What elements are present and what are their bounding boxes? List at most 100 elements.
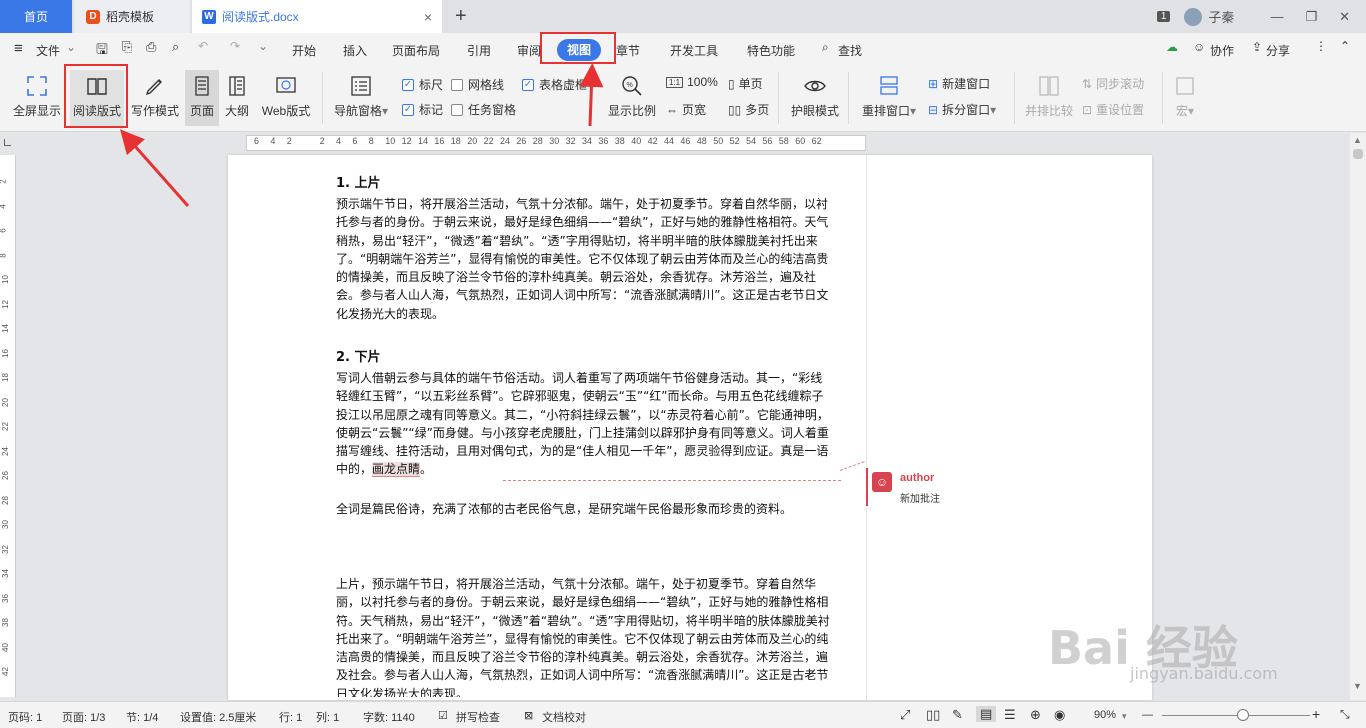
menu-review[interactable]: 审阅 [517, 42, 541, 59]
comment-card[interactable]: ☺ author 新加批注 [872, 470, 992, 510]
menu-file[interactable]: 文件 [36, 42, 60, 59]
tab-template[interactable]: D 稻壳模板 [74, 0, 190, 33]
redo-icon[interactable]: ↷ [230, 39, 240, 53]
outline-icon[interactable]: ☰ [1004, 707, 1016, 723]
chevron-down-icon[interactable]: ▾ [1122, 711, 1127, 722]
marks-toggle[interactable]: ✓ 标记 [402, 101, 443, 118]
status-setting[interactable]: 设置值: 2.5厘米 [180, 709, 256, 725]
print-icon[interactable]: ⎙ [146, 39, 156, 55]
close-window-button[interactable]: ✕ [1339, 9, 1350, 25]
close-tab-icon[interactable]: × [424, 9, 432, 25]
zoom-slider-track[interactable] [1162, 715, 1310, 716]
checkbox-unchecked-icon[interactable] [451, 103, 463, 116]
side-by-side-button[interactable]: 并排比较 [1022, 74, 1076, 119]
collapse-ribbon-icon[interactable]: ⌃ [1340, 39, 1350, 53]
vertical-ruler[interactable]: 24681012141618202224262830323436384042 [0, 155, 16, 697]
reset-position-button[interactable]: ⊡ 重设位置 [1082, 101, 1144, 118]
menu-developer[interactable]: 开发工具 [670, 42, 718, 59]
export-icon[interactable]: ⎘ [122, 39, 132, 55]
commented-text[interactable]: 画龙点睛 [372, 462, 421, 478]
comment-text[interactable]: 新加批注 [900, 490, 940, 505]
checkbox-checked-icon[interactable]: ✓ [402, 103, 414, 116]
spell-check-button[interactable]: 拼写检查 [456, 709, 500, 725]
minimize-button[interactable]: — [1270, 9, 1283, 24]
zoom-out-button[interactable]: — [1142, 709, 1153, 721]
proofread-button[interactable]: 文档校对 [542, 709, 586, 725]
eye-icon[interactable]: ◉ [1054, 707, 1065, 723]
rearrange-window-button[interactable]: 重排窗口▾ [856, 74, 922, 119]
chevron-down-icon[interactable]: ⌄ [66, 40, 76, 54]
menu-features[interactable]: 特色功能 [747, 42, 795, 59]
search-icon[interactable]: ⌕ [822, 40, 829, 55]
split-window-button[interactable]: ⊟ 拆分窗口 ▾ [928, 101, 996, 118]
menu-start[interactable]: 开始 [292, 42, 316, 59]
hamburger-icon[interactable]: ≡ [14, 40, 23, 57]
undo-icon[interactable]: ↶ [198, 39, 208, 53]
writing-mode-button[interactable]: 写作模式 [128, 74, 182, 119]
menu-share[interactable]: 分享 [1266, 42, 1290, 59]
tab-home[interactable]: 首页 [0, 0, 72, 33]
zoom-button[interactable]: % 显示比例 [604, 74, 660, 119]
paragraph-repeat[interactable]: 上片，预示端午节日，将开展浴兰活动，气氛十分浓郁。端午，处于初夏季节。穿着自然华… [336, 575, 832, 697]
spell-check-icon[interactable]: ☑ [438, 709, 448, 722]
ruler-toggle[interactable]: ✓ 标尺 [402, 76, 443, 93]
menu-collab[interactable]: 协作 [1210, 42, 1234, 59]
share-icon[interactable]: ⇪ [1252, 40, 1262, 54]
proofread-icon[interactable]: ⊠ [524, 709, 533, 722]
restore-button[interactable]: ❐ [1305, 9, 1317, 25]
paragraph-summary[interactable]: 全词是篇民俗诗，充满了浓郁的古老民俗气息，是研究端午民俗最形象而珍贵的资料。 [336, 500, 832, 518]
status-page[interactable]: 页面: 1/3 [62, 709, 105, 725]
status-row[interactable]: 行: 1 [279, 709, 302, 725]
gridlines-toggle[interactable]: 网格线 [451, 76, 504, 93]
checkbox-checked-icon[interactable]: ✓ [522, 78, 534, 91]
zoom-in-button[interactable]: + [1312, 706, 1320, 722]
eye-mode-button[interactable]: 护眼模式 [787, 74, 843, 119]
single-page-button[interactable]: ▯ 单页 [728, 75, 763, 92]
collab-icon[interactable]: ☺ [1193, 40, 1205, 54]
nav-pane-button[interactable]: 导航窗格▾ [330, 74, 392, 119]
status-word-count[interactable]: 字数: 1140 [363, 709, 415, 725]
quick-access-dropdown-icon[interactable]: ⌄ [258, 39, 268, 53]
preview-icon[interactable]: ⌕ [172, 39, 179, 55]
page-view-button[interactable]: 页面 [185, 70, 219, 126]
pen-icon[interactable]: ✎ [952, 707, 963, 723]
paragraph-upper[interactable]: 预示端午节日，将开展浴兰活动，气氛十分浓郁。端午，处于初夏季节。穿着自然华丽，以… [336, 195, 832, 323]
menu-page-layout[interactable]: 页面布局 [392, 42, 440, 59]
book-icon[interactable]: ▯▯ [926, 707, 940, 723]
heading-lower[interactable]: 2. 下片 [336, 346, 381, 365]
avatar[interactable] [1184, 7, 1203, 26]
new-window-button[interactable]: ⊞ 新建窗口 [928, 75, 990, 92]
zoom-level[interactable]: 90% [1094, 709, 1116, 721]
multi-page-button[interactable]: ▯▯ 多页 [728, 101, 769, 118]
checkbox-checked-icon[interactable]: ✓ [402, 78, 414, 91]
user-name[interactable]: 子秦 [1208, 7, 1234, 26]
status-col[interactable]: 列: 1 [316, 709, 339, 725]
table-gridlines-toggle[interactable]: ✓ 表格虚框 [522, 76, 587, 93]
menu-reference[interactable]: 引用 [467, 42, 491, 59]
vertical-scrollbar[interactable]: ▲ ▼ [1350, 133, 1366, 700]
web-layout-button[interactable]: Web版式 [258, 74, 314, 119]
web-icon[interactable]: ⊕ [1030, 707, 1041, 723]
new-tab-button[interactable]: + [455, 5, 467, 28]
scroll-up-icon[interactable]: ▲ [1353, 135, 1362, 145]
status-page-number[interactable]: 页码: 1 [8, 709, 42, 725]
menu-chapter[interactable]: 章节 [616, 42, 640, 59]
macro-button[interactable]: 宏▾ [1170, 74, 1200, 119]
outline-view-button[interactable]: 大纲 [221, 74, 253, 119]
sync-scroll-button[interactable]: ⇅ 同步滚动 [1082, 75, 1144, 92]
menu-search[interactable]: 查找 [838, 42, 862, 59]
checkbox-unchecked-icon[interactable] [451, 78, 463, 91]
horizontal-ruler[interactable]: 6 4 2 2 4 6 8 10 12 14 16 18 20 22 24 26 28 30 32 34 36 38 40 4… [0, 133, 1366, 154]
paragraph-lower[interactable]: 写词人借朝云参与具体的端午节俗活动。词人着重写了两项端午节俗健身活动。其一，“彩… [336, 369, 832, 479]
zoom-slider-thumb[interactable] [1237, 709, 1250, 721]
heading-upper[interactable]: 1. 上片 [336, 172, 381, 191]
task-pane-toggle[interactable]: 任务窗格 [451, 101, 516, 118]
more-icon[interactable]: ⋮ [1315, 39, 1327, 53]
fullscreen-icon[interactable]: ⤢ [900, 707, 910, 723]
page-icon[interactable]: ▤ [976, 706, 997, 722]
cloud-sync-icon[interactable]: ☁ [1166, 40, 1178, 54]
tab-document[interactable]: W 阅读版式.docx × [192, 0, 442, 33]
page-width-button[interactable]: ⇔ 页宽 [666, 101, 706, 118]
scroll-thumb[interactable] [1353, 149, 1363, 159]
save-icon[interactable]: 🖫 [96, 39, 108, 63]
